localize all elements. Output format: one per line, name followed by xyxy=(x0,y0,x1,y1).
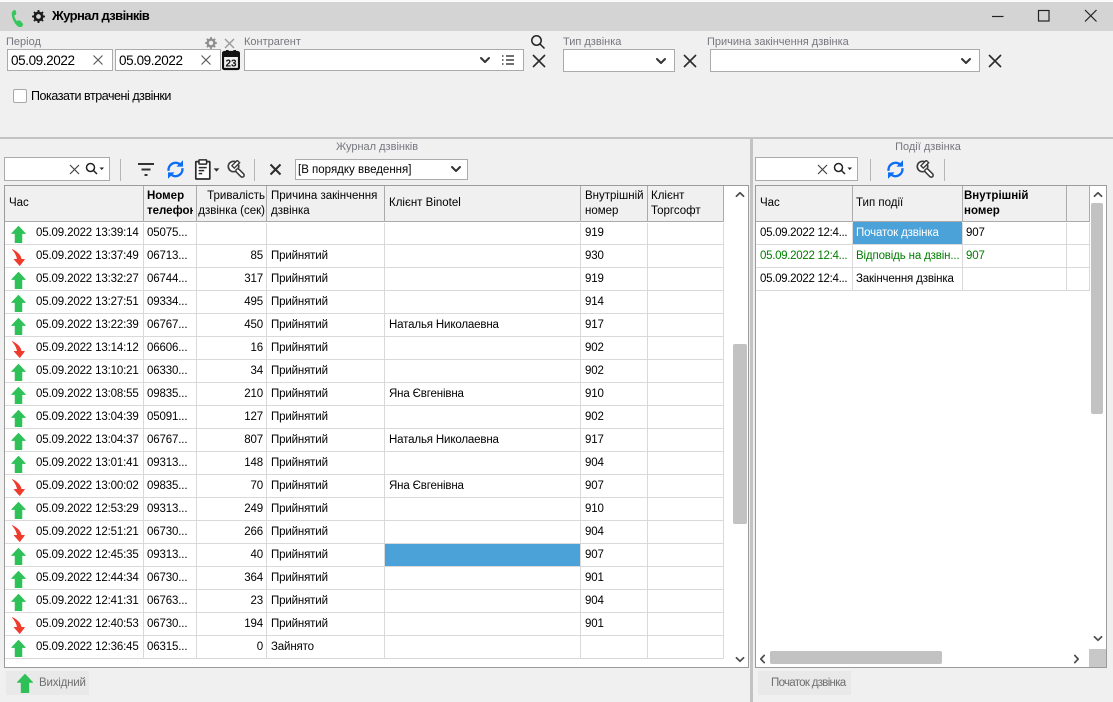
svg-text:23: 23 xyxy=(225,59,237,70)
